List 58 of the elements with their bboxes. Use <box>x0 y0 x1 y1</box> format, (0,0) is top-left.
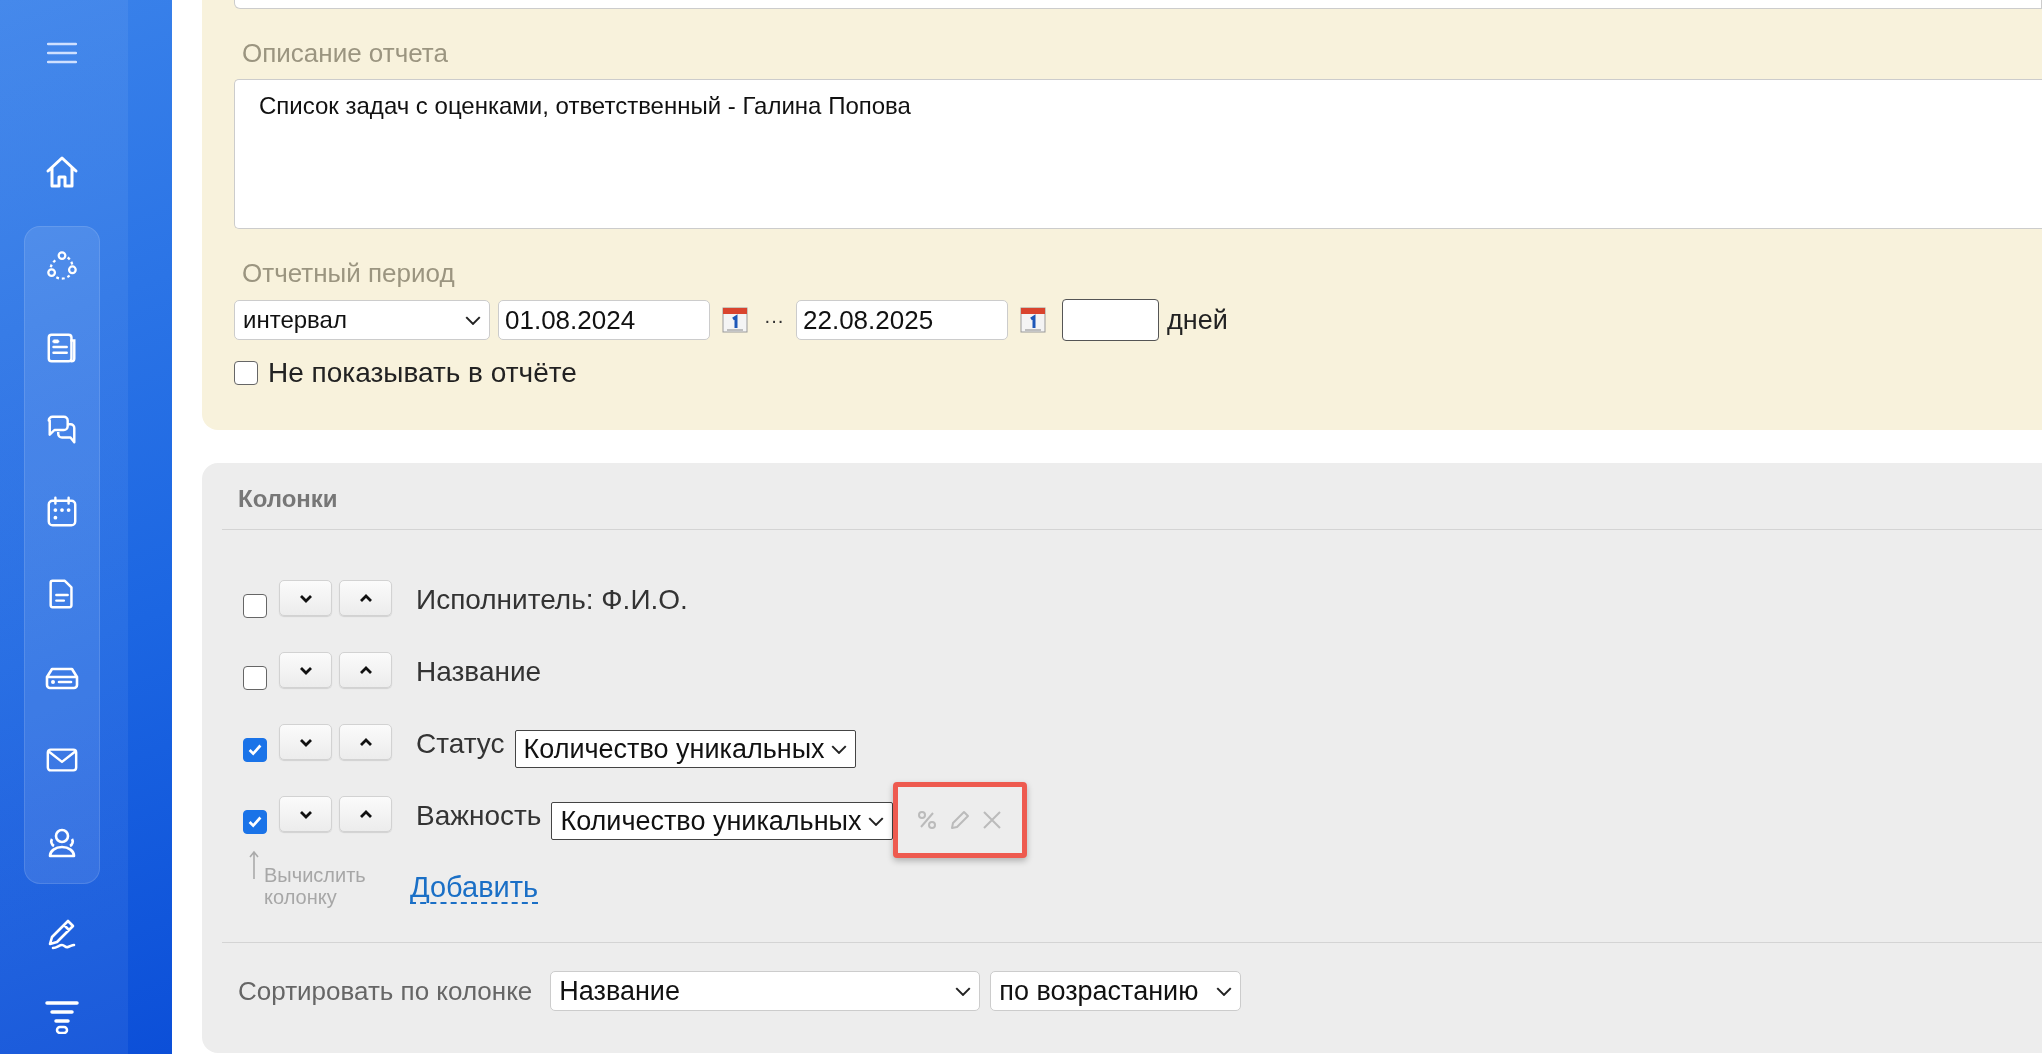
caret-icon <box>955 986 972 996</box>
up-arrow-icon <box>248 850 260 880</box>
description-field[interactable]: Список задач с оценками, ответственный - Галина Попова <box>234 79 2042 229</box>
aggregate-select[interactable]: Количество уникальных <box>514 730 856 768</box>
chevron-down-icon <box>298 593 313 603</box>
chevron-up-icon <box>358 809 373 819</box>
move-up-button[interactable] <box>339 652 392 688</box>
field-label: Описание отчета <box>242 39 449 67</box>
add-link[interactable]: Добавить <box>410 872 539 904</box>
chevron-down-icon <box>298 809 313 819</box>
date-field[interactable]: 01.08.2024 <box>498 300 710 340</box>
column-name: Статус <box>416 727 505 761</box>
move-down-button[interactable] <box>279 580 332 616</box>
checkbox[interactable] <box>243 666 267 690</box>
menu-icon[interactable] <box>47 42 77 64</box>
chevron-up-icon <box>358 665 373 675</box>
column-name: Название <box>416 655 542 689</box>
range-separator: ··· <box>764 308 784 332</box>
home-icon[interactable] <box>44 154 80 190</box>
calendar-icon[interactable] <box>722 307 748 333</box>
compute-column-hint: Вычислить колонку <box>264 864 367 908</box>
chevron-down-icon <box>298 737 313 747</box>
days-unit: дней <box>1167 304 1228 336</box>
move-down-button[interactable] <box>279 724 332 760</box>
move-up-button[interactable] <box>339 724 392 760</box>
days-field[interactable] <box>1062 299 1159 341</box>
move-down-button[interactable] <box>279 652 332 688</box>
calendar-icon[interactable] <box>1020 307 1046 333</box>
caret-icon <box>830 744 847 754</box>
column-name: Важность <box>416 799 542 833</box>
column-name: Исполнитель: Ф.И.О. <box>416 583 688 617</box>
sort-order-select[interactable]: по возрастанию <box>990 971 1242 1011</box>
move-down-button[interactable] <box>279 796 332 832</box>
caret-icon <box>1216 986 1233 996</box>
calendar-icon[interactable] <box>45 495 79 529</box>
checkbox-label: Не показывать в отчёте <box>268 357 577 389</box>
aggregate-select[interactable]: Количество уникальных <box>551 802 893 840</box>
caret-icon <box>465 315 481 325</box>
caret-icon <box>867 816 884 826</box>
section-title: Колонки <box>238 485 339 513</box>
filter-icon[interactable] <box>44 998 80 1034</box>
sort-column-select[interactable]: Название <box>550 971 981 1011</box>
sort-label: Сортировать по колонке <box>238 975 533 1007</box>
move-up-button[interactable] <box>339 796 392 832</box>
chevron-down-icon <box>298 665 313 675</box>
newspaper-icon[interactable] <box>45 331 79 365</box>
field-label: Отчетный период <box>242 259 456 287</box>
period-select[interactable]: интервал <box>234 300 490 340</box>
checkbox[interactable] <box>234 361 258 385</box>
chevron-up-icon <box>358 593 373 603</box>
chevron-up-icon <box>358 737 373 747</box>
checkbox[interactable] <box>243 810 267 834</box>
text-field[interactable] <box>234 0 2042 9</box>
checkbox[interactable] <box>243 594 267 618</box>
share-circle-icon[interactable] <box>45 249 79 283</box>
date-field[interactable]: 22.08.2025 <box>796 300 1008 340</box>
move-up-button[interactable] <box>339 580 392 616</box>
checkbox[interactable] <box>243 738 267 762</box>
